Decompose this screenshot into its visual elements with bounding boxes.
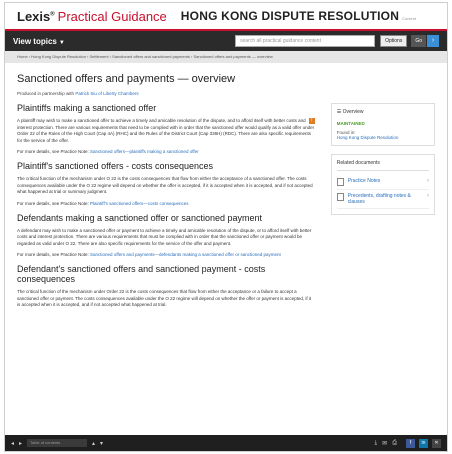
section-paragraph: ! A plaintiff may wish to make a sanction… — [17, 118, 315, 143]
chevron-down-icon[interactable]: ▾ — [100, 440, 103, 447]
related-documents-panel: Related documents Practice Notes › Preced… — [330, 154, 435, 215]
options-button[interactable]: Options — [380, 35, 408, 47]
facebook-icon[interactable]: f — [406, 438, 415, 448]
module-title: HONG KONG DISPUTE RESOLUTION — [180, 9, 400, 23]
sidebar: ☰ Overview MAINTAINED Found in: Hong Kong… — [330, 63, 435, 314]
lexis-logo[interactable]: Lexis® Practical Guidance — [17, 9, 167, 24]
prev-icon[interactable]: ◂ — [11, 440, 14, 447]
next-icon[interactable]: ▸ — [19, 440, 22, 447]
linkedin-icon[interactable]: in — [419, 438, 428, 448]
breadcrumb[interactable]: Home › Hong Kong Dispute Resolution › Se… — [5, 51, 447, 63]
section-heading: Defendant's sanctioned offers and sancti… — [17, 264, 266, 284]
print-icon[interactable]: ⎙ — [392, 440, 397, 447]
practice-note-link[interactable]: Sanctioned offers and payments—defendant… — [90, 252, 281, 257]
page-title: Sanctioned offers and payments — overvie… — [17, 73, 236, 85]
found-in: Found in: Hong Kong Dispute Resolution — [336, 130, 399, 140]
view-topics-button[interactable]: View topics ▼ — [13, 37, 65, 46]
download-icon[interactable]: ⤓ — [375, 440, 378, 447]
chevron-right-icon: › — [427, 193, 429, 199]
bottom-toolbar: ◂ ▸ Table of contents ▴ ▾ ⤓ ✉ ⎙ f in ✕ — [5, 435, 447, 451]
brand-bar: Lexis® Practical Guidance HONG KONG DISPU… — [5, 3, 447, 31]
main-column: Sanctioned offers and payments — overvie… — [17, 63, 315, 314]
related-item-practice-notes[interactable]: Practice Notes › — [336, 175, 429, 190]
practice-note-line: For more details, see Practice Note: San… — [17, 252, 281, 257]
close-icon[interactable]: ✕ — [432, 438, 441, 448]
related-documents-heading: Related documents — [336, 160, 429, 171]
email-icon[interactable]: ✉ — [382, 440, 387, 447]
document-icon — [336, 178, 344, 186]
chevron-right-icon: › — [427, 178, 429, 184]
top-navigation-bar: View topics ▼ search all practical guidan… — [5, 31, 447, 51]
go-button[interactable]: Go — [411, 35, 426, 47]
toc-input[interactable]: Table of contents — [27, 439, 88, 447]
chevron-up-icon[interactable]: ▴ — [92, 440, 95, 447]
section-paragraph: The critical function of the mechanism u… — [17, 176, 313, 194]
section-heading: Defendants making a sanctioned offer or … — [17, 212, 262, 223]
section-paragraph: A defendant may wish to make a sanctione… — [17, 227, 312, 246]
page-frame: Lexis® Practical Guidance HONG KONG DISPU… — [4, 2, 448, 452]
partner-credit: Produced in partnership with Patrick Siu… — [17, 91, 139, 96]
overview-label: ☰ Overview — [336, 109, 364, 115]
document-icon — [336, 193, 344, 201]
section-heading: Plaintiff's sanctioned offers - costs co… — [17, 161, 213, 171]
overview-panel: ☰ Overview MAINTAINED Found in: Hong Kong… — [330, 103, 435, 146]
caret-down-icon: ▼ — [58, 39, 65, 46]
section-paragraph: The critical function of the mechanism u… — [17, 289, 312, 307]
arrow-right-icon[interactable]: › — [427, 35, 439, 47]
content-area: Sanctioned offers and payments — overvie… — [5, 63, 447, 314]
found-in-link[interactable]: Hong Kong Dispute Resolution — [337, 135, 399, 140]
practice-note-link[interactable]: Sanctioned offers—plaintiffs making a sa… — [90, 149, 199, 154]
practice-note-line: For more details, see Practice Note: San… — [17, 149, 199, 154]
practice-note-link[interactable]: Plaintiff's sanctioned offers—costs cons… — [90, 201, 189, 206]
related-item-precedents[interactable]: Precedents, drafting notes & clauses › — [336, 190, 429, 209]
note-icon[interactable]: ! — [308, 118, 315, 124]
module-subtitle: Content — [402, 16, 417, 21]
practice-note-line: For more details, see Practice Note: Pla… — [17, 200, 189, 206]
section-heading: Plaintiffs making a sanctioned offer — [17, 103, 157, 113]
toolbar-actions: ⤓ ✉ ⎙ f in ✕ — [375, 438, 441, 448]
search-input[interactable]: search all practical guidance content — [235, 35, 376, 47]
maintained-badge: MAINTAINED — [336, 121, 365, 126]
partner-link[interactable]: Patrick Siu of Liberty Chambers — [75, 91, 138, 96]
